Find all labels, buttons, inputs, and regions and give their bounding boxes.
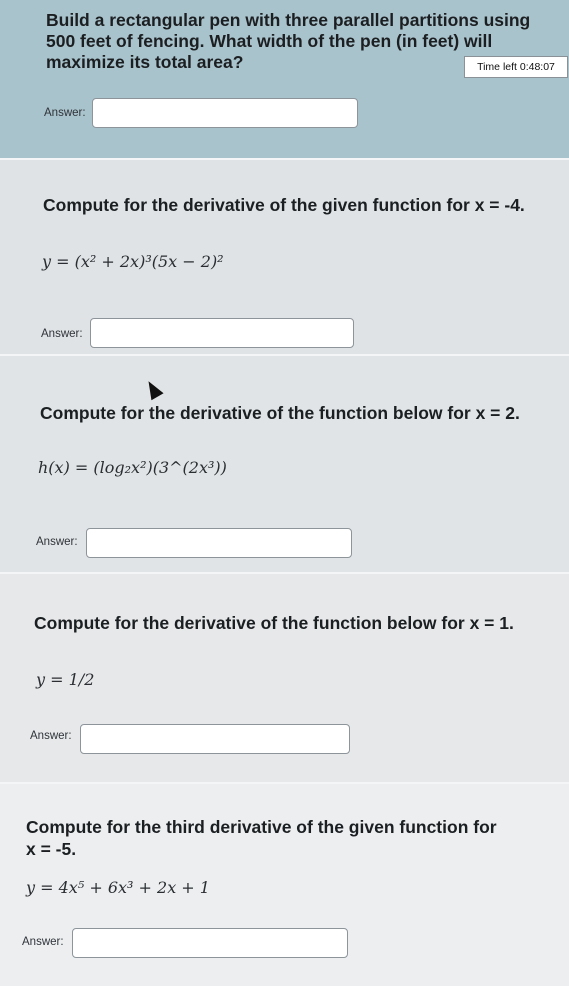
answer-input-4[interactable]: [80, 724, 350, 754]
question-5: Compute for the third derivative of the …: [0, 784, 569, 986]
answer-input-1[interactable]: [92, 98, 358, 128]
formula-text: y = (x² + 2x)³(5x − 2)²: [42, 252, 224, 271]
formula-text: y = 4x⁵ + 6x³ + 2x + 1: [26, 878, 210, 897]
question-5-formula: y = 4x⁵ + 6x³ + 2x + 1: [26, 878, 210, 897]
answer-label: Answer:: [30, 730, 72, 742]
time-left-timer: Time left 0:48:07: [464, 56, 568, 78]
question-4-text: Compute for the derivative of the functi…: [34, 613, 514, 633]
answer-label: Answer:: [44, 107, 86, 119]
question-4: Compute for the derivative of the functi…: [0, 574, 569, 784]
answer-input-5[interactable]: [72, 928, 348, 958]
question-2-text: Compute for the derivative of the given …: [43, 195, 525, 215]
question-1: Build a rectangular pen with three paral…: [0, 0, 569, 160]
question-3-text: Compute for the derivative of the functi…: [40, 403, 520, 423]
formula-text: y = 1/2: [36, 670, 95, 689]
answer-label: Answer:: [22, 936, 64, 948]
question-2: Compute for the derivative of the given …: [0, 160, 569, 356]
answer-label: Answer:: [36, 536, 78, 548]
question-4-formula: y = 1/2: [36, 670, 94, 689]
answer-label: Answer:: [41, 328, 83, 340]
quiz-page: Build a rectangular pen with three paral…: [0, 0, 569, 986]
formula-text: h(x) = (log₂x²)(3^(2x³)): [38, 458, 227, 477]
answer-input-3[interactable]: [86, 528, 352, 558]
question-3: Compute for the derivative of the functi…: [0, 356, 569, 574]
question-2-formula: y = (x² + 2x)³(5x − 2)²: [42, 252, 224, 271]
answer-input-2[interactable]: [90, 318, 354, 348]
question-3-formula: h(x) = (log₂x²)(3^(2x³)): [38, 458, 227, 477]
question-5-text: Compute for the third derivative of the …: [26, 817, 497, 859]
